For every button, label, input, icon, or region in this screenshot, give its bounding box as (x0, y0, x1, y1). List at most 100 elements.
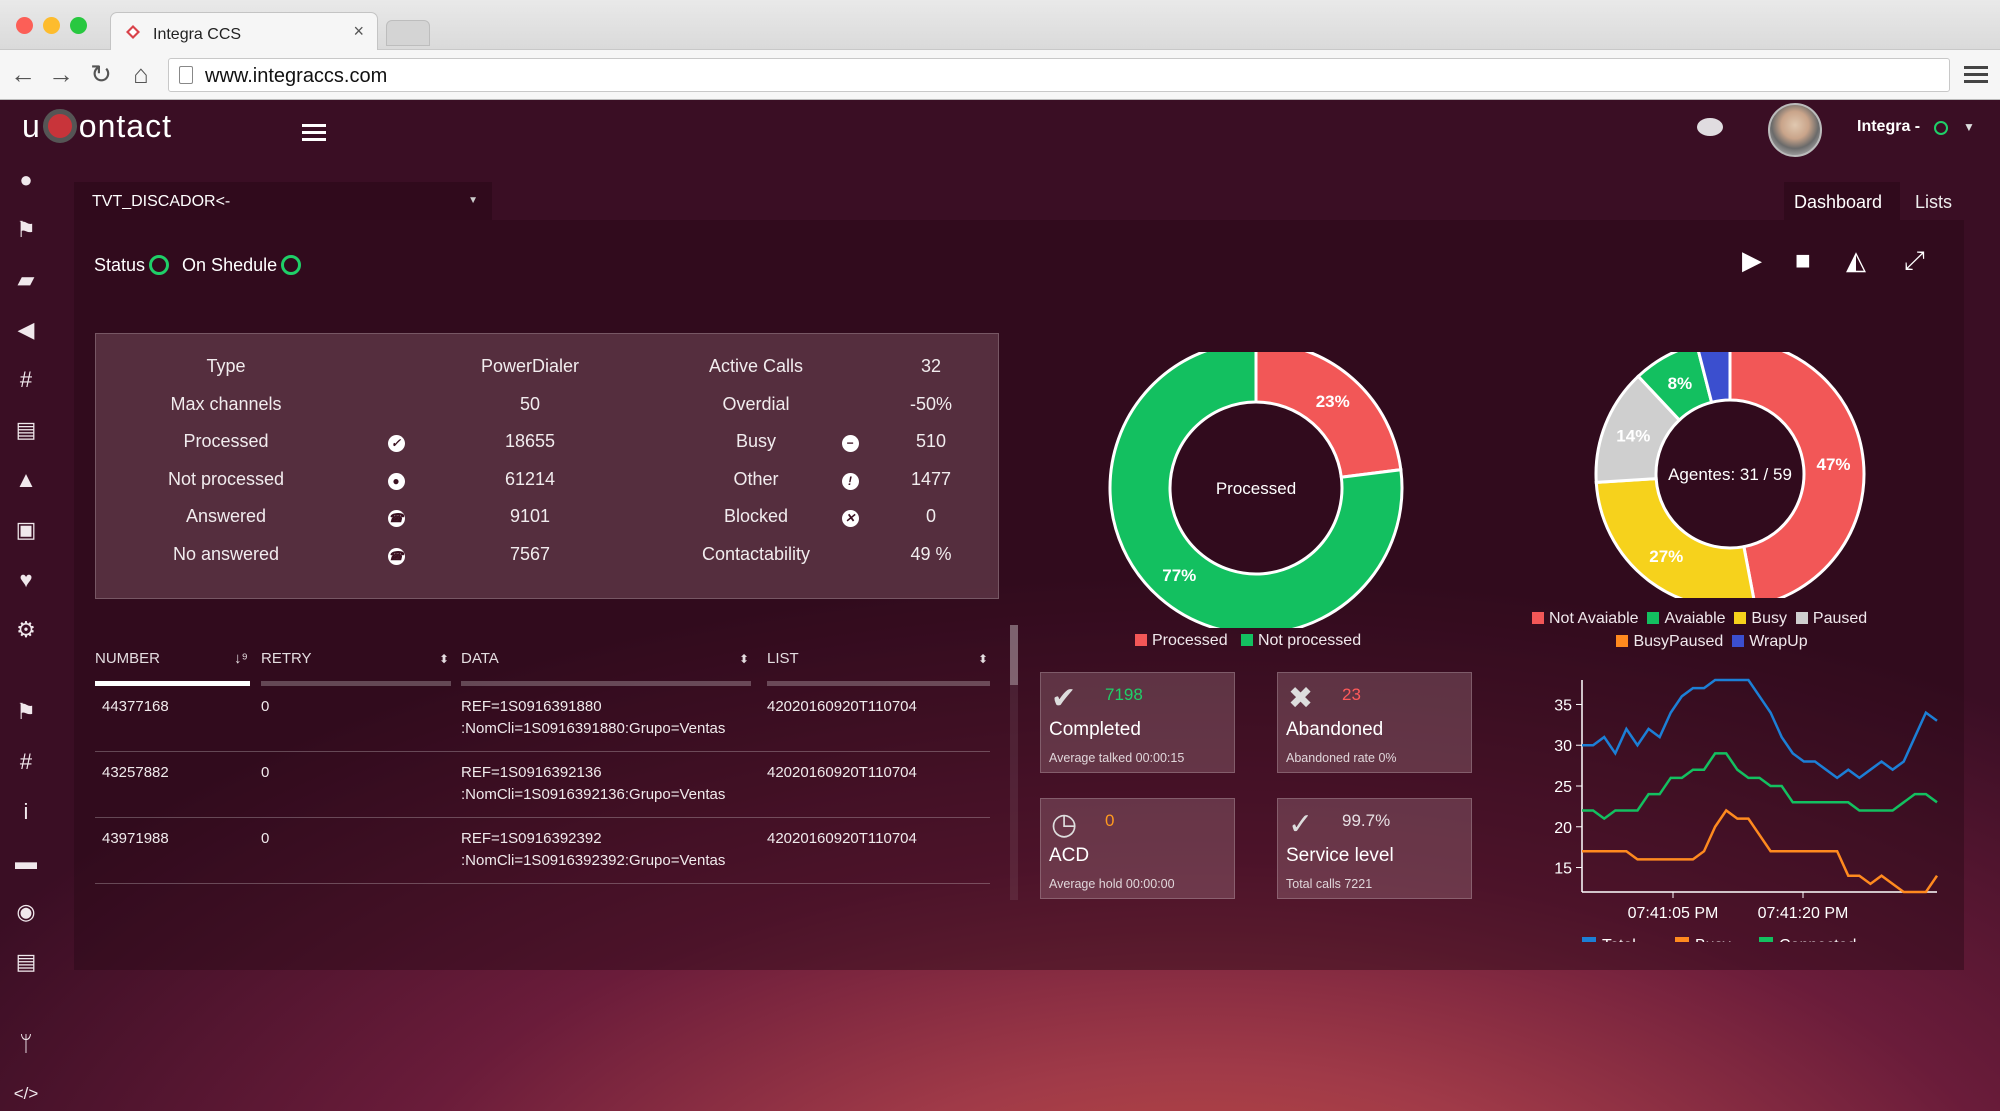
browser-menu-icon[interactable] (1964, 62, 1988, 87)
donut-center-label: Agentes: 31 / 59 (1668, 465, 1792, 484)
table-row[interactable]: 44377168 0 REF=1S0916391880:NomCli=1S09163… (95, 686, 990, 752)
url-input[interactable]: www.integraccs.com (168, 58, 1950, 92)
legend-busy-paused: BusyPaused (1633, 633, 1724, 650)
stat-icon: ✓ (386, 431, 406, 453)
close-window-button[interactable] (16, 17, 33, 34)
stat-value: 18655 (504, 431, 556, 452)
address-bar: ← → ↻ ⌂ www.integraccs.com (0, 50, 2000, 100)
col-retry[interactable]: RETRY ⬍ (261, 650, 451, 686)
header-list: LIST (767, 650, 799, 667)
acd-card: ◷ 0 ACD Average hold 00:00:00 (1040, 798, 1235, 899)
file-icon[interactable]: ▤ (12, 948, 40, 976)
stats-row: Type PowerDialer Active Calls 32 (96, 356, 1000, 394)
avatar[interactable] (1768, 103, 1822, 157)
thumbs-up-icon[interactable]: ▲ (12, 466, 40, 494)
home-icon[interactable]: ⌂ (126, 59, 156, 90)
truck-icon[interactable]: ▰ (12, 266, 40, 294)
table-row[interactable]: 43257882 0 REF=1S0916392136:NomCli=1S09163… (95, 752, 990, 818)
cell-data-nomcli: :NomCli=1S0916391880:Grupo=Ventas (461, 720, 726, 737)
header-number: NUMBER (95, 650, 161, 667)
menu-toggle-icon[interactable] (302, 120, 326, 145)
page-icon (179, 66, 193, 84)
sort-num-icon[interactable]: ↓⁹ (234, 650, 254, 686)
checkmark-icon: ✔ (1051, 682, 1077, 715)
browser-tabbar: Integra CCS × (0, 0, 2000, 50)
cell-list: 42020160920T110704 (767, 830, 917, 847)
cell-number: 43971988 (102, 830, 169, 847)
legend-swatch (1582, 937, 1596, 942)
minimize-window-button[interactable] (43, 17, 60, 34)
acd-value: 0 (1105, 811, 1115, 830)
forward-icon[interactable]: → (46, 59, 76, 90)
chat-icon[interactable] (1697, 118, 1723, 136)
back-icon[interactable]: ← (8, 59, 38, 90)
close-tab-icon[interactable]: × (353, 21, 364, 42)
hashtag-2-icon[interactable]: # (12, 748, 40, 776)
campaign-select[interactable]: TVT_DISCADOR<- ▼ (74, 182, 492, 220)
gears-icon[interactable]: ⚙ (12, 616, 40, 644)
play-icon[interactable]: ▶ (1742, 245, 1762, 276)
slice-label: 47% (1817, 455, 1851, 474)
heartbeat-icon[interactable]: ♥ (12, 566, 40, 594)
completed-card: ✔ 7198 Completed Average talked 00:00:15 (1040, 672, 1235, 773)
app-logo[interactable]: u ontact (22, 108, 172, 145)
status-label: Status (94, 255, 146, 275)
folder-icon[interactable]: ▬ (12, 848, 40, 876)
play-circle-icon[interactable]: ◉ (12, 898, 40, 926)
user-icon[interactable]: ● (12, 166, 40, 194)
stat-icon: ! (840, 469, 860, 490)
new-tab-button[interactable] (386, 20, 430, 46)
cell-retry: 0 (261, 764, 270, 781)
processed-legend: Processed Not processed (1135, 632, 1361, 650)
document-icon[interactable]: ▤ (12, 416, 40, 444)
stat-label: Contactability (701, 544, 811, 564)
user-menu-caret-icon[interactable]: ▼ (1963, 120, 1975, 134)
tab-lists[interactable]: Lists (1905, 182, 1965, 220)
code-icon[interactable]: </> (12, 1080, 40, 1108)
stat-value: -50% (909, 393, 953, 414)
table-row[interactable]: 43971988 0 REF=1S0916392392:NomCli=1S09163… (95, 818, 990, 884)
volume-icon[interactable]: ◀ (12, 316, 40, 344)
tab-dashboard[interactable]: Dashboard (1784, 182, 1900, 220)
stat-value: 510 (915, 431, 947, 452)
expand-icon[interactable]: ⤢ (1904, 245, 1925, 277)
donut-slice (1594, 477, 1756, 598)
service-title: Service level (1286, 845, 1394, 866)
stat-label: Processed (183, 431, 269, 452)
stats-row: No answered 7567 Contactability 49 % ☎ (96, 544, 1000, 582)
stats-row: Not processed 61214 Other 1477 ●! (96, 469, 1000, 507)
browser-tab[interactable]: Integra CCS × (110, 12, 378, 50)
stop-icon[interactable]: ■ (1795, 245, 1811, 276)
legend-wrapup: WrapUp (1749, 633, 1808, 650)
slice-label: 14% (1616, 427, 1650, 446)
slice-label: 23% (1316, 392, 1350, 411)
col-data[interactable]: DATA ⬍ (461, 650, 751, 686)
cell-list: 42020160920T110704 (767, 698, 917, 715)
col-number[interactable]: NUMBER (95, 650, 250, 686)
flag-icon[interactable]: ⚑ (12, 216, 40, 244)
col-list[interactable]: LIST ⬍ (767, 650, 990, 686)
donut-center-label: Processed (1216, 479, 1296, 498)
info-icon[interactable]: i (12, 798, 40, 826)
maximize-window-button[interactable] (70, 17, 87, 34)
legend-label: Total (1602, 937, 1636, 942)
cell-data-ref: REF=1S0916392392 (461, 830, 602, 847)
stat-label: Not processed (167, 468, 285, 489)
area-chart-icon[interactable]: ◭ (1846, 245, 1866, 276)
hashtag-icon[interactable]: # (12, 366, 40, 394)
branch-icon[interactable]: ᛘ (12, 1030, 40, 1058)
logo-hex-icon (42, 109, 77, 143)
legend-swatch (1135, 634, 1147, 646)
cell-number: 44377168 (102, 698, 169, 715)
x-icon: ✖ (1288, 682, 1314, 715)
stat-label: Overdial (722, 393, 790, 414)
briefcase-icon[interactable]: ▣ (12, 516, 40, 544)
x-tick-label: 07:41:05 PM (1628, 905, 1719, 922)
reload-icon[interactable]: ↻ (86, 59, 116, 90)
table-scrollbar[interactable] (1010, 625, 1018, 900)
stats-row: Processed 18655 Busy 510 ✓ − (96, 431, 1000, 469)
flag-outline-icon[interactable]: ⚑ (12, 698, 40, 726)
completed-value: 7198 (1105, 685, 1143, 704)
user-name[interactable]: Integra - (1857, 118, 1920, 136)
legend-label: Connected (1779, 937, 1856, 942)
